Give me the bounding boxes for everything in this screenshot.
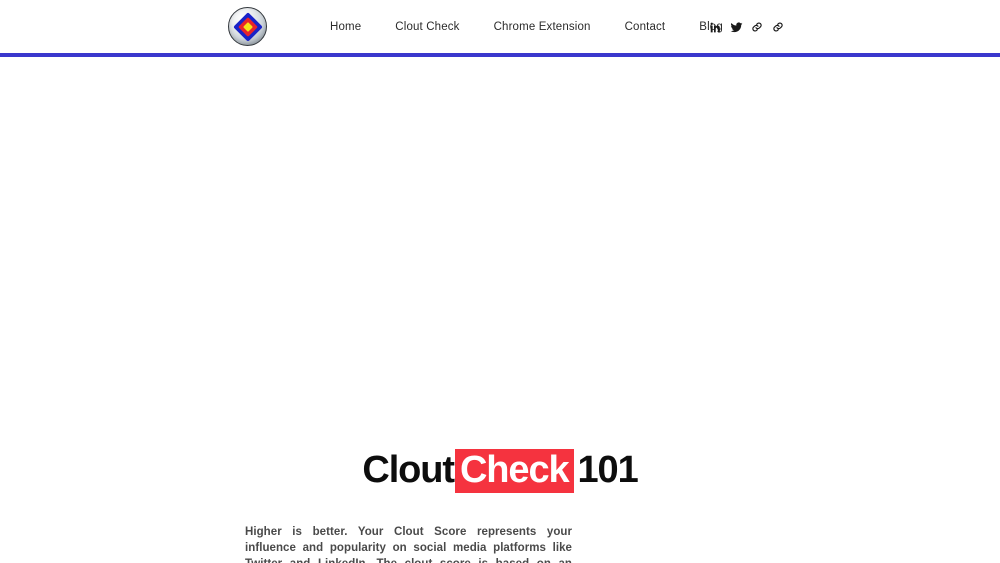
page-root: Home Clout Check Chrome Extension Contac… [0,0,1000,563]
nav-item-contact[interactable]: Contact [608,0,683,54]
hero-description: Higher is better. Your Clout Score repre… [245,524,572,563]
logo-circle-icon [228,7,267,46]
twitter-icon[interactable] [729,20,743,34]
site-logo[interactable] [228,7,267,46]
social-icon-bar [708,0,785,54]
page-title-highlight: Check [454,449,574,493]
linkedin-icon[interactable] [708,20,722,34]
hero-section: Clout Check 101 Higher is better. Your Clo… [0,57,1000,563]
nav-item-chrome-extension[interactable]: Chrome Extension [477,0,608,54]
page-title: Clout Check 101 [0,448,1000,493]
page-title-part-2: 101 [577,449,639,491]
page-title-part-1: Clout [362,449,455,491]
link-icon[interactable] [750,20,764,34]
site-header: Home Clout Check Chrome Extension Contac… [0,0,1000,57]
main-navigation: Home Clout Check Chrome Extension Contac… [330,0,740,54]
nav-item-clout-check[interactable]: Clout Check [378,0,476,54]
link-icon-2[interactable] [771,20,785,34]
nav-item-home[interactable]: Home [330,0,378,54]
